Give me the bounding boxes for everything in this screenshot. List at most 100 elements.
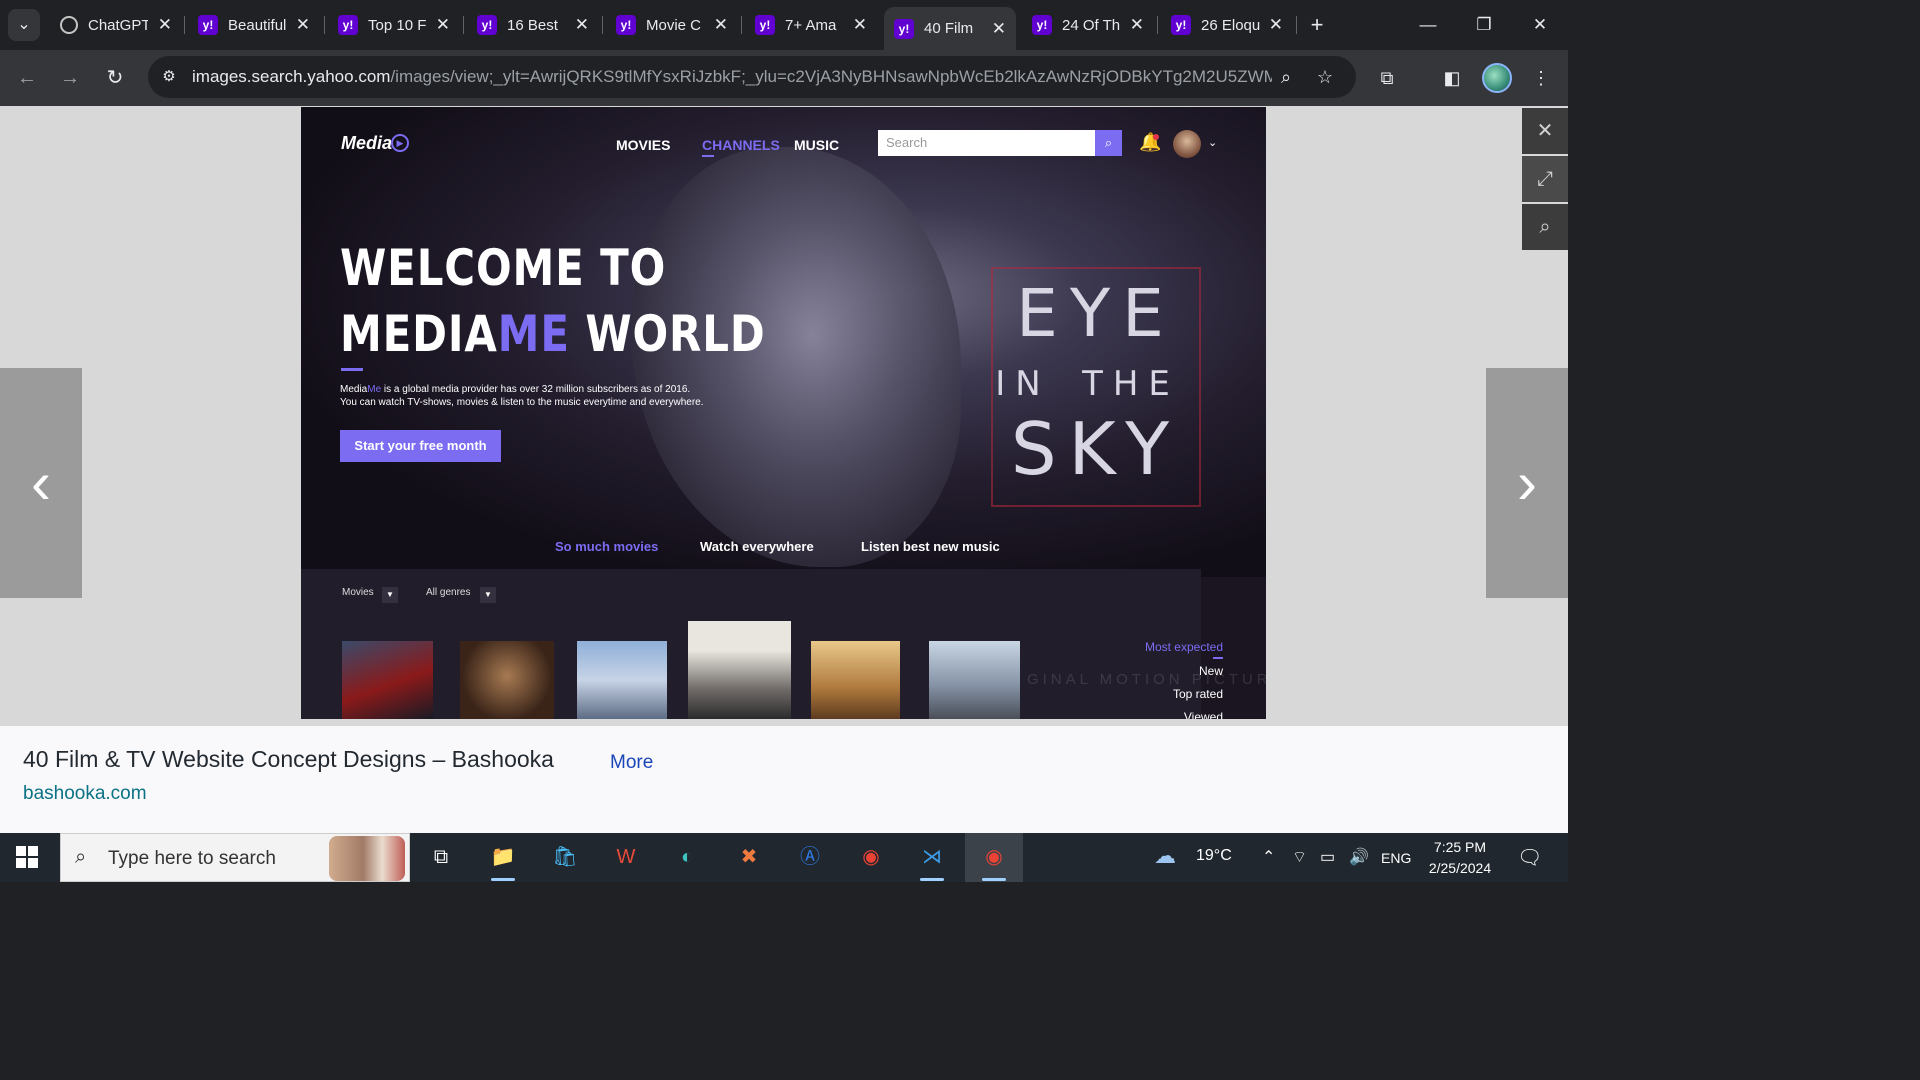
next-image-button[interactable]: › xyxy=(1486,368,1568,598)
wps-office-icon[interactable]: W xyxy=(597,833,655,882)
tab[interactable]: ChatGPT ✕ xyxy=(50,7,182,43)
movie-poster xyxy=(342,641,433,719)
battery-icon[interactable]: ▭ xyxy=(1320,847,1335,867)
close-icon[interactable]: ✕ xyxy=(853,15,867,35)
tab-separator xyxy=(602,16,603,34)
tab[interactable]: y! Top 10 F ✕ xyxy=(328,7,460,43)
address-bar[interactable]: ⚙ images.search.yahoo.com/images/view;_y… xyxy=(148,56,1356,98)
tab-separator xyxy=(324,16,325,34)
new-tab-button[interactable]: + xyxy=(1303,9,1331,41)
tab-separator xyxy=(1296,16,1297,34)
fullscreen-button[interactable]: ⤢ xyxy=(1522,156,1568,202)
close-icon[interactable]: ✕ xyxy=(158,15,172,35)
poster-title-the: THE xyxy=(1082,364,1180,404)
movie-poster xyxy=(460,641,554,719)
close-icon[interactable]: ✕ xyxy=(714,15,728,35)
poster-title-eye: EYE xyxy=(1016,275,1176,352)
reload-button[interactable]: ↻ xyxy=(99,62,131,94)
feature-everywhere: Watch everywhere xyxy=(700,539,814,554)
task-view-icon[interactable]: ⧉ xyxy=(412,833,470,882)
volume-icon[interactable]: 🔊 xyxy=(1349,847,1369,867)
site-logo: Media xyxy=(341,133,393,153)
close-icon[interactable]: ✕ xyxy=(296,15,310,35)
wifi-icon[interactable]: ⌔ xyxy=(1292,847,1307,867)
image-title[interactable]: 40 Film & TV Website Concept Designs – B… xyxy=(23,746,554,773)
chevron-up-icon[interactable]: ⌃ xyxy=(1262,847,1275,867)
nav-underline xyxy=(702,155,714,157)
restore-button[interactable]: ❐ xyxy=(1456,0,1512,50)
file-explorer-icon[interactable]: 📁 xyxy=(474,833,532,882)
visual-search-button[interactable]: ⌕ xyxy=(1522,204,1568,250)
minimize-button[interactable]: — xyxy=(1400,0,1456,50)
tab[interactable]: y! 16 Best ✕ xyxy=(467,7,599,43)
tab[interactable]: y! 24 Of Th ✕ xyxy=(1022,7,1154,43)
back-button[interactable]: ← xyxy=(11,62,43,94)
taskbar-search-box[interactable]: ⌕ Type here to search xyxy=(60,833,410,882)
tab[interactable]: y! 7+ Ama ✕ xyxy=(745,7,877,43)
tab-search-dropdown[interactable]: ⌄ xyxy=(8,9,40,41)
search-highlight-image[interactable] xyxy=(329,836,405,881)
profile-avatar[interactable] xyxy=(1482,63,1512,93)
preview-image[interactable]: Media ▶ MOVIES CHANNELS MUSIC Search ⌕ 🔔… xyxy=(301,107,1266,719)
app-store-icon[interactable]: Ⓐ xyxy=(781,833,839,882)
tab-title: Beautiful xyxy=(228,16,287,34)
site-info-icon[interactable]: ⚙ xyxy=(158,66,180,88)
yahoo-icon: y! xyxy=(338,15,358,35)
tab-title: 26 Eloqu xyxy=(1201,16,1261,34)
bookmark-star-icon[interactable]: ☆ xyxy=(1313,65,1337,89)
close-icon[interactable]: ✕ xyxy=(1269,15,1283,35)
tab-separator xyxy=(463,16,464,34)
language-indicator[interactable]: ENG xyxy=(1381,850,1411,866)
edge-icon[interactable]: ◐ xyxy=(658,833,716,882)
vscode-icon[interactable]: ⋊ xyxy=(903,833,961,882)
chevron-down-icon: ▼ xyxy=(382,587,398,603)
yahoo-icon: y! xyxy=(477,15,497,35)
search-icon: ⌕ xyxy=(1095,130,1122,156)
tab[interactable]: y! Beautiful ✕ xyxy=(188,7,320,43)
hero-description: MediaMe is a global media provider has o… xyxy=(340,384,704,408)
tab-title: 24 Of Th xyxy=(1062,16,1121,34)
close-icon[interactable]: ✕ xyxy=(992,19,1006,39)
microsoft-store-icon[interactable]: 🛍 xyxy=(536,833,594,882)
close-icon[interactable]: ✕ xyxy=(575,15,589,35)
chevron-down-icon: ⌄ xyxy=(1208,137,1218,149)
close-icon[interactable]: ✕ xyxy=(436,15,450,35)
extensions-icon[interactable]: ⧉ xyxy=(1371,62,1403,94)
search-icon: ⌕ xyxy=(75,846,87,868)
zoom-icon[interactable]: ⌕ xyxy=(1274,65,1298,89)
xampp-icon[interactable]: ✖ xyxy=(720,833,778,882)
windows-start-button[interactable] xyxy=(16,846,38,868)
tab-active[interactable]: y! 40 Film ✕ xyxy=(884,7,1016,50)
tab-title: Top 10 F xyxy=(368,16,427,34)
chrome-icon[interactable]: ◉ xyxy=(842,833,900,882)
chrome-active-icon[interactable]: ◉ xyxy=(965,833,1023,882)
sort-most-expected: Most expected xyxy=(1144,640,1223,654)
tab-title: 40 Film xyxy=(924,20,974,37)
weather-icon[interactable]: ☁ xyxy=(1154,843,1176,869)
close-icon[interactable]: ✕ xyxy=(1130,15,1144,35)
forward-button[interactable]: → xyxy=(54,62,86,94)
system-clock[interactable]: 7:25 PM 2/25/2024 xyxy=(1424,837,1496,879)
tab[interactable]: y! Movie C ✕ xyxy=(606,7,738,43)
url-text[interactable]: images.search.yahoo.com/images/view;_ylt… xyxy=(192,67,1272,87)
more-link[interactable]: More xyxy=(610,752,653,774)
filter-genres: All genres xyxy=(426,587,471,598)
windows-taskbar: ⌕ Type here to search ⧉ 📁 🛍 W ◐ ✖ Ⓐ ◉ ⋊ … xyxy=(0,833,1568,882)
tab-separator xyxy=(1157,16,1158,34)
headline-line-2: MEDIAME WORLD xyxy=(340,305,766,363)
side-panel-icon[interactable]: ◧ xyxy=(1436,62,1468,94)
close-window-button[interactable]: ✕ xyxy=(1512,0,1568,50)
weather-temperature[interactable]: 19°C xyxy=(1196,847,1232,865)
filter-movies: Movies xyxy=(342,587,374,598)
poster-title-in: IN xyxy=(995,364,1051,404)
tab[interactable]: y! 26 Eloqu ✕ xyxy=(1161,7,1293,43)
previous-image-button[interactable]: ‹ xyxy=(0,368,82,598)
sort-viewed: Viewed xyxy=(1183,710,1223,719)
sort-top-rated: Top rated xyxy=(1172,687,1223,701)
notification-center-icon[interactable]: 🗨 xyxy=(1517,845,1542,870)
yahoo-icon: y! xyxy=(755,15,775,35)
source-link[interactable]: bashooka.com xyxy=(23,783,147,805)
close-viewer-button[interactable]: ✕ xyxy=(1522,108,1568,154)
start-free-month-button: Start your free month xyxy=(340,430,501,462)
menu-icon[interactable]: ⋮ xyxy=(1525,62,1557,94)
